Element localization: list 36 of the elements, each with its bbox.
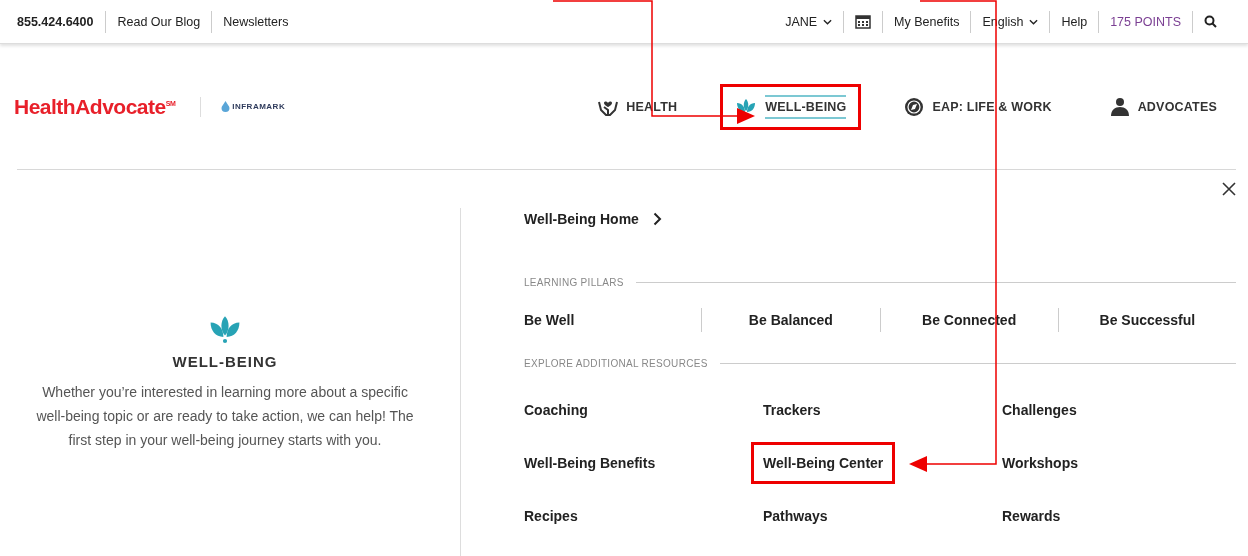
resource-link[interactable]: Well-Being Benefits	[512, 441, 668, 484]
resource-link[interactable]: Challenges	[990, 388, 1089, 431]
resource-link[interactable]: Workshops	[990, 441, 1090, 484]
section-label: LEARNING PILLARS	[524, 277, 624, 288]
resource-link[interactable]: Coaching	[512, 388, 600, 431]
chevron-right-icon	[652, 212, 662, 226]
partner-logo: INFRAMARK	[232, 102, 286, 111]
resource-link[interactable]: Well-Being Center	[751, 441, 896, 484]
user-menu[interactable]: JANE	[774, 10, 844, 33]
description: Whether you’re interested in learning more about a specific well-being topic or are ready to take action, we can help! The first step in your well-being journey starts with you.	[35, 382, 415, 450]
caret-icon	[823, 18, 833, 25]
top-link[interactable]: My Benefits	[882, 10, 971, 33]
pillar-link[interactable]: Be Well	[524, 308, 702, 332]
nav-tab[interactable]: EAP: LIFE & WORK	[889, 83, 1067, 130]
compass-icon	[904, 96, 925, 117]
pillar-link[interactable]: Be Balanced	[701, 308, 880, 332]
nav-tab[interactable]: WELL-BEING	[720, 83, 862, 130]
section-label: EXPLORE ADDITIONAL RESOURCES	[524, 358, 708, 369]
resource-link[interactable]: Pathways	[751, 494, 840, 537]
person-icon	[1109, 96, 1130, 117]
resource-link[interactable]: Rewards	[990, 494, 1073, 537]
pillar-link[interactable]: Be Successful	[1057, 308, 1236, 332]
logo[interactable]: HealthAdvocate$^{SM}$	[14, 94, 176, 119]
resource-link[interactable]: Recipes	[512, 494, 590, 537]
caret-icon	[1029, 18, 1039, 25]
top-link[interactable]: Newsletters	[211, 10, 300, 33]
resource-link[interactable]: Trackers	[751, 388, 833, 431]
points-link[interactable]: 175 POINTS	[1098, 10, 1192, 33]
phone-number: 855.424.6400	[17, 14, 95, 29]
nav-tab[interactable]: ADVOCATES	[1094, 83, 1232, 130]
section-title: WELL-BEING	[172, 352, 278, 370]
top-link[interactable]: Help	[1049, 10, 1099, 33]
home-link[interactable]: Well-Being Home	[524, 208, 662, 230]
top-link[interactable]: Read Our Blog	[105, 10, 212, 33]
droplet-icon	[221, 101, 231, 112]
close-button[interactable]	[1222, 182, 1236, 196]
